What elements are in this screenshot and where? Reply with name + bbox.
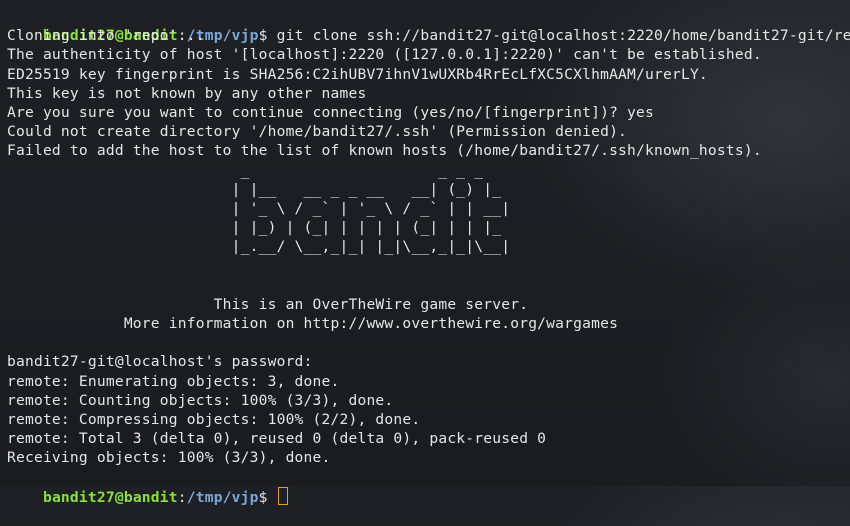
ascii-art-line: | |__ __ _ _ __ __| (_) |_ (7, 180, 502, 198)
output-line: Are you sure you want to continue connec… (7, 103, 655, 121)
ascii-art-line: | '_ \ / _` | '_ \ / _` | | __| (7, 199, 511, 217)
prompt-line[interactable]: bandit27@bandit:/tmp/vjp$ (7, 468, 845, 506)
output-line: remote: Counting objects: 100% (3/3), do… (7, 391, 394, 409)
prompt-line: bandit27@bandit:/tmp/vjp$ git clone ssh:… (7, 7, 850, 44)
output-line: Receiving objects: 100% (3/3), done. (7, 449, 331, 467)
banner-line: More information on http://www.overthewi… (7, 315, 619, 332)
output-line: This key is not known by any other names (7, 84, 367, 102)
prompt-symbol: $ (258, 27, 277, 45)
prompt-path: /tmp/vjp (186, 488, 259, 506)
command-text: git clone ssh://bandit27-git@localhost:2… (276, 27, 850, 45)
output-line: remote: Compressing objects: 100% (2/2),… (7, 410, 421, 428)
prompt-user-host: bandit27@bandit (42, 488, 178, 506)
output-line: Failed to add the host to the list of kn… (7, 142, 762, 160)
output-line: remote: Total 3 (delta 0), reused 0 (del… (7, 430, 547, 448)
output-line: Could not create directory '/home/bandit… (7, 123, 628, 141)
ascii-art-line: |_.__/ \__,_|_| |_|\__,_|_|\__| (7, 238, 511, 256)
ascii-art-line: _ _ _ _ (7, 161, 484, 179)
output-line: ED25519 key fingerprint is SHA256:C2ihUB… (7, 65, 708, 83)
ascii-art-line: | |_) | (_| | | | | (_| | | |_ (7, 219, 502, 237)
cursor-block[interactable] (277, 486, 288, 505)
prompt-symbol: $ (258, 488, 277, 506)
terminal-window[interactable]: bandit27@bandit:/tmp/vjp$ git clone ssh:… (7, 7, 850, 506)
output-line: bandit27-git@localhost's password: (7, 353, 313, 371)
output-line: The authenticity of host '[localhost]:22… (7, 46, 762, 64)
banner-line: This is an OverTheWire game server. (7, 295, 529, 313)
output-line: remote: Enumerating objects: 3, done. (7, 372, 340, 390)
prompt-separator: : (177, 488, 187, 506)
